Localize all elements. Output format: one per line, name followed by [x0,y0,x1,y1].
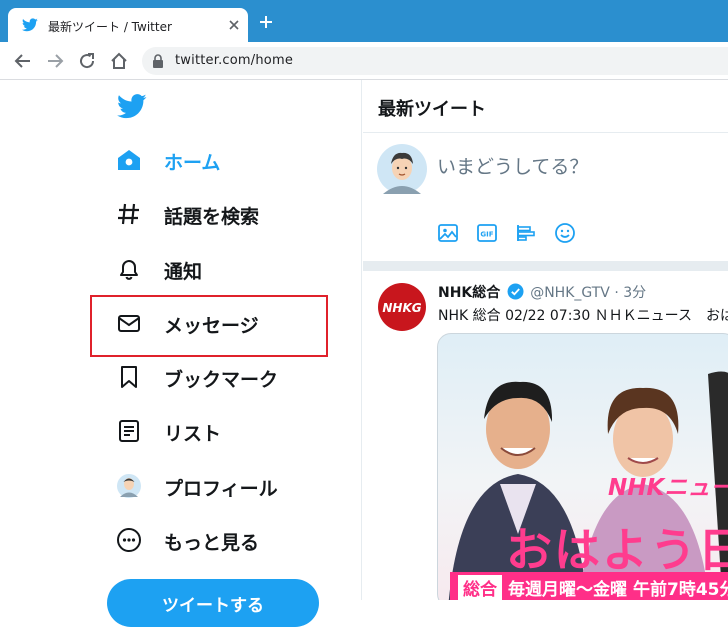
bookmark-icon [116,364,142,390]
sidebar-item-label: プロフィール [164,478,278,500]
tweet-meta: NHK総合 @NHK_GTV · 3分 [438,282,646,302]
more-icon [116,527,142,553]
sidebar-item-more[interactable]: もっと見る [112,519,352,563]
tweet-button-label: ツイートする [162,596,264,615]
address-bar[interactable]: twitter.com/home [142,47,728,75]
forward-arrow-icon[interactable] [46,52,64,70]
browser-tab[interactable]: 最新ツイート / Twitter [8,8,248,42]
sidebar: ホーム 話題を検索 通知 メッセージ ブックマーク リスト プロフィール もっと… [0,80,362,627]
tweet-button[interactable]: ツイートする [107,579,319,627]
home-browser-icon[interactable] [110,52,128,70]
avatar-icon [116,473,142,499]
nhk-avatar[interactable]: NHKG [378,283,426,331]
schedule-strip: 総合 毎週月曜～金曜 午前7時45分 [450,572,728,600]
home-icon [116,147,142,173]
user-avatar[interactable] [377,144,427,194]
tweet-author-handle[interactable]: @NHK_GTV [530,285,610,301]
meta-separator: · [614,285,619,301]
sidebar-item-profile[interactable]: プロフィール [112,465,352,509]
reload-icon[interactable] [78,52,96,70]
tweet-card[interactable]: NHKG NHK総合 @NHK_GTV · 3分 NHK 総合 02/22 07… [363,271,728,600]
schedule-time: 午前7時45分 [633,580,728,600]
page-title: 最新ツイート [378,99,486,120]
verified-badge-icon [507,283,524,300]
schedule-days: 毎週月曜～金曜 [508,580,627,600]
sidebar-item-bookmarks[interactable]: ブックマーク [112,356,352,400]
highlight-annotation [90,295,328,357]
close-icon[interactable] [226,17,242,33]
nhk-logo-text: NHKG [382,301,421,315]
url-text: twitter.com/home [175,53,294,68]
sidebar-item-home[interactable]: ホーム [112,139,352,183]
sidebar-item-explore[interactable]: 話題を検索 [112,193,352,237]
new-tab-icon[interactable] [258,14,274,30]
sidebar-item-label: もっと見る [164,532,260,554]
sidebar-item-label: ブックマーク [164,369,279,391]
main-timeline: 最新ツイート GIF NHKG [363,80,728,600]
timeline-header: 最新ツイート [363,80,728,133]
tab-title: 最新ツイート / Twitter [48,20,172,34]
tweet-composer: GIF [363,134,728,261]
back-arrow-icon[interactable] [14,52,32,70]
sidebar-item-notifications[interactable]: 通知 [112,248,352,292]
banner-title: おはよう日本 [506,523,728,577]
bell-icon [116,256,142,282]
emoji-icon[interactable] [554,222,576,244]
twitter-favicon-icon [22,18,38,32]
browser-toolbar: twitter.com/home [0,42,728,80]
compose-input[interactable] [437,152,717,182]
tweet-media-image[interactable]: NHKニュース おはよう日本 総合毎週月曜～金曜午前7時45分 [437,333,728,600]
sidebar-item-label: リスト [164,423,222,445]
gif-icon[interactable]: GIF [476,222,498,244]
section-divider [363,261,728,271]
sidebar-item-lists[interactable]: リスト [112,410,352,454]
lock-icon [152,54,164,68]
poll-icon[interactable] [515,222,537,244]
list-icon [116,418,142,444]
browser-tab-bar: 最新ツイート / Twitter [0,0,728,42]
banner-subtitle: NHKニュース [608,475,728,501]
tweet-author-name[interactable]: NHK総合 [438,285,500,301]
tweet-text: NHK 総合 02/22 07:30 ＮＨＫニュース おはよう日本 [438,308,728,324]
sidebar-item-label: 通知 [164,261,203,283]
sidebar-item-label: 話題を検索 [164,206,260,228]
tweet-timestamp[interactable]: 3分 [623,285,646,301]
svg-text:GIF: GIF [480,231,493,239]
twitter-page: ホーム 話題を検索 通知 メッセージ ブックマーク リスト プロフィール もっと… [0,80,728,627]
image-icon[interactable] [437,222,459,244]
hashtag-icon [116,201,142,227]
twitter-logo-icon[interactable] [117,94,147,119]
sidebar-item-label: ホーム [164,152,221,174]
channel-label: 総合 [458,575,502,600]
